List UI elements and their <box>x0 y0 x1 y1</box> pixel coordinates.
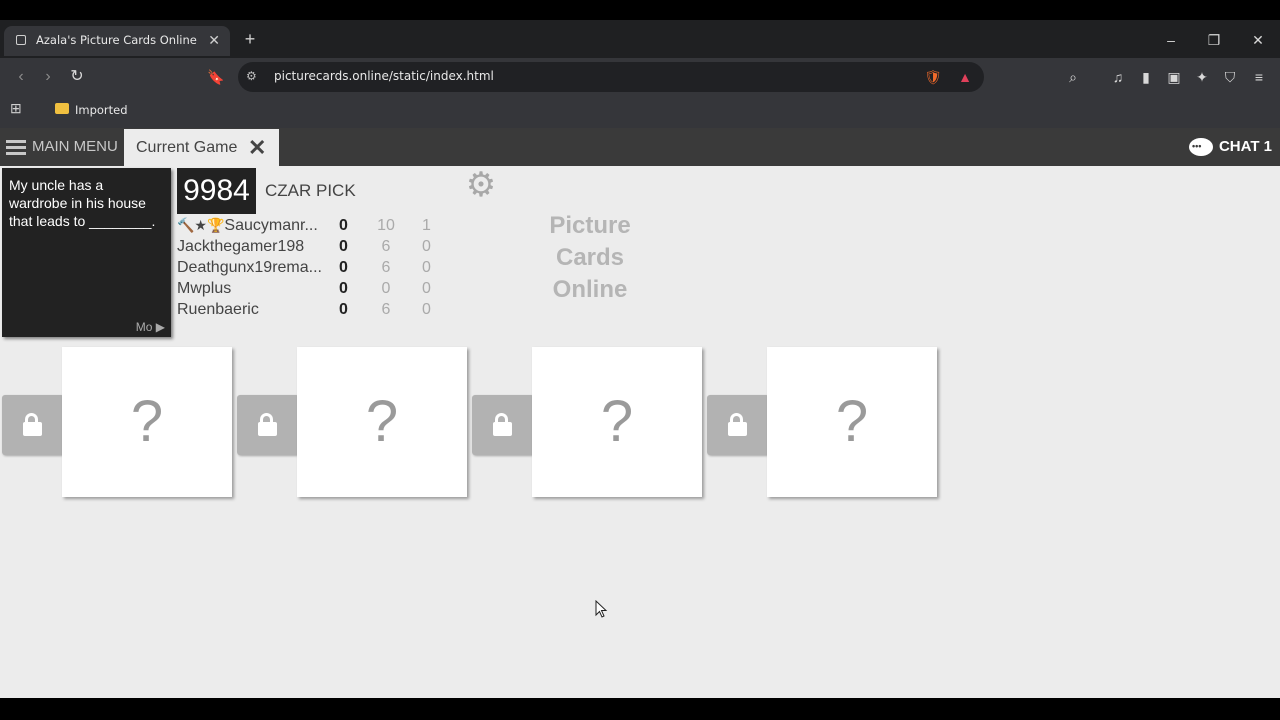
player-extra: 0 <box>422 301 431 318</box>
browser-tab-title: Azala's Picture Cards Online <box>36 33 197 47</box>
restore-window-button[interactable]: ❐ <box>1204 30 1224 50</box>
chat-bubble-icon <box>1188 128 1213 165</box>
forward-button[interactable]: › <box>37 66 59 88</box>
player-name: Deathgunx19rema... <box>177 259 322 276</box>
apps-icon[interactable]: ⊞ <box>10 100 22 117</box>
logo: Picture Cards Online <box>520 210 660 306</box>
question-mark: ? <box>835 389 869 454</box>
hamburger-icon <box>6 137 26 158</box>
player-cards: 10 <box>377 217 395 234</box>
vpn-icon[interactable]: ⛉ <box>1219 66 1241 88</box>
logo-line: Picture <box>549 212 631 239</box>
lock-icon[interactable] <box>2 395 64 455</box>
site-info-icon[interactable]: ⚙ <box>246 69 257 83</box>
search-tabs-icon[interactable]: ⌕ <box>1062 66 1084 88</box>
tab-current-game[interactable]: Current Game ✕ <box>124 129 279 166</box>
player-extra: 0 <box>422 259 431 276</box>
player-score: 0 <box>339 259 348 276</box>
black-card: My uncle has a wardrobe in his house tha… <box>2 168 171 337</box>
player-extra: 1 <box>422 217 431 234</box>
brave-rewards-icon[interactable]: ▲ <box>954 66 976 88</box>
chat-button[interactable]: CHAT 1 <box>1188 128 1272 166</box>
hidden-white-card[interactable]: ? <box>532 347 702 497</box>
main-menu-label: MAIN MENU <box>32 138 118 155</box>
browser-tab[interactable]: Azala's Picture Cards Online ✕ <box>4 26 230 56</box>
gear-icon[interactable]: ⚙ <box>464 168 498 202</box>
brave-shields-icon[interactable]: 🛡 <box>922 66 944 88</box>
logo-line: Cards <box>555 244 625 271</box>
game-status: CZAR PICK <box>265 181 356 200</box>
question-mark: ? <box>130 389 164 454</box>
wallet-icon[interactable]: ▣ <box>1163 66 1185 88</box>
page-content: MAIN MENU Current Game ✕ CHAT 1 My uncle… <box>0 128 1280 698</box>
player-cards: 6 <box>381 238 391 255</box>
main-menu-button[interactable]: MAIN MENU <box>6 128 118 166</box>
hidden-white-card[interactable]: ? <box>297 347 467 497</box>
back-button[interactable]: ‹ <box>10 66 32 88</box>
player-score: 0 <box>339 301 348 318</box>
player-score: 0 <box>339 280 348 297</box>
player-name: Mwplus <box>177 280 232 297</box>
player-row[interactable]: Ruenbaeric 0 6 0 <box>177 299 457 320</box>
player-score: 0 <box>339 217 348 234</box>
player-row[interactable]: Mwplus 0 0 0 <box>177 278 457 299</box>
bookmarks-bar <box>0 96 1280 128</box>
close-game-tab-icon[interactable]: ✕ <box>248 135 266 161</box>
hidden-white-card[interactable]: ? <box>62 347 232 497</box>
bookmark-folder-imported[interactable]: Imported <box>75 103 128 117</box>
timer-counter: 9984 <box>177 168 256 214</box>
minimize-window-button[interactable]: – <box>1161 30 1181 50</box>
mouse-cursor-icon <box>595 600 608 618</box>
tab-current-game-label: Current Game <box>136 139 238 156</box>
menu-icon[interactable]: ≡ <box>1248 66 1270 88</box>
player-row[interactable]: Jackthegamer198 0 6 0 <box>177 236 457 257</box>
favicon-icon <box>16 35 26 45</box>
player-name: Jackthegamer198 <box>177 238 305 255</box>
player-cards: 6 <box>381 301 391 318</box>
bookmark-icon[interactable]: 🔖 <box>205 66 227 88</box>
scoreboard: 🔨★🏆Saucymanr... 0 10 1 Jackthegamer198 0… <box>177 215 457 320</box>
logo-line: Online <box>552 276 628 303</box>
bottom-bar <box>0 698 1280 720</box>
close-tab-icon[interactable]: ✕ <box>208 32 220 49</box>
more-button[interactable]: Mo ▶ <box>136 320 165 334</box>
question-mark: ? <box>600 389 634 454</box>
close-window-button[interactable]: ✕ <box>1248 30 1268 50</box>
reload-button[interactable]: ↻ <box>66 66 88 88</box>
leo-ai-icon[interactable]: ✦ <box>1191 66 1213 88</box>
lock-icon[interactable] <box>707 395 769 455</box>
player-score: 0 <box>339 238 348 255</box>
lock-icon[interactable] <box>237 395 299 455</box>
player-row[interactable]: 🔨★🏆Saucymanr... 0 10 1 <box>177 215 457 236</box>
player-row[interactable]: Deathgunx19rema... 0 6 0 <box>177 257 457 278</box>
player-extra: 0 <box>422 238 431 255</box>
black-card-text: My uncle has a wardrobe in his house tha… <box>9 177 156 229</box>
player-name: Saucymanr... <box>224 217 318 234</box>
media-icon[interactable]: ♫ <box>1107 66 1129 88</box>
url-text[interactable]: picturecards.online/static/index.html <box>274 69 494 83</box>
player-cards: 0 <box>381 280 391 297</box>
lock-icon[interactable] <box>472 395 534 455</box>
new-tab-button[interactable]: + <box>240 29 260 49</box>
hidden-white-card[interactable]: ? <box>767 347 937 497</box>
folder-icon <box>55 103 69 114</box>
question-mark: ? <box>365 389 399 454</box>
chat-label: CHAT 1 <box>1218 138 1272 155</box>
player-extra: 0 <box>422 280 431 297</box>
sidebar-icon[interactable]: ▮ <box>1135 66 1157 88</box>
player-cards: 6 <box>381 259 391 276</box>
player-name: Ruenbaeric <box>177 301 259 318</box>
player-badges-icon: 🔨★🏆 <box>177 217 225 233</box>
